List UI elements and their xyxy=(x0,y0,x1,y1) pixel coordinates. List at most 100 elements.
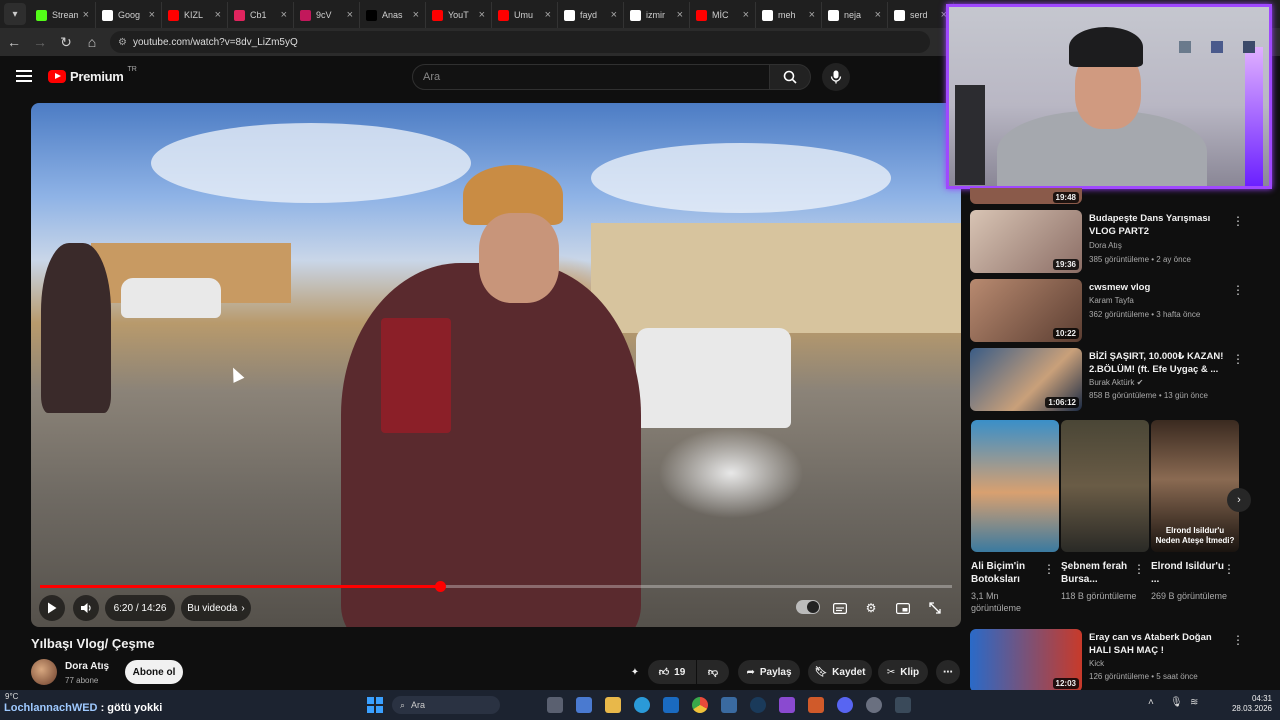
video-title[interactable]: BİZİ ŞAŞIRT, 10.000₺ KAZAN! 2.BÖLÜM! (ft… xyxy=(1089,350,1229,376)
file-explorer-icon[interactable] xyxy=(605,697,621,713)
tab-close-icon[interactable]: × xyxy=(83,9,89,21)
share-button[interactable]: ➦ Paylaş xyxy=(738,660,800,684)
clip-button[interactable]: ✂ Klip xyxy=(878,660,928,684)
steam-icon[interactable] xyxy=(750,697,766,713)
browser-tab[interactable]: MİC × xyxy=(690,2,756,28)
system-clock[interactable]: 04:31 28.03.2026 xyxy=(1212,694,1272,714)
short-thumbnail[interactable] xyxy=(1061,420,1149,552)
app-icon[interactable] xyxy=(895,697,911,713)
browser-tab[interactable]: YouT × xyxy=(426,2,492,28)
more-vertical-icon[interactable]: ⋮ xyxy=(1232,352,1244,366)
back-button[interactable]: ← xyxy=(2,30,26,54)
tab-close-icon[interactable]: × xyxy=(875,9,881,21)
app-icon[interactable] xyxy=(779,697,795,713)
video-player[interactable]: 6:20 / 14:26 Bu videoda › ⚙ xyxy=(31,103,961,627)
autoplay-toggle[interactable] xyxy=(796,600,820,614)
short-title[interactable]: Şebnem ferah Bursa... xyxy=(1061,560,1137,586)
browser-tab[interactable]: Umu × xyxy=(492,2,558,28)
weather-widget[interactable]: 9°C xyxy=(5,692,18,701)
more-vertical-icon[interactable]: ⋮ xyxy=(1232,633,1244,647)
tab-close-icon[interactable]: × xyxy=(809,9,815,21)
video-thumbnail[interactable]: 1:06:12 xyxy=(970,348,1082,411)
short-title[interactable]: Ali Biçim'in Botoksları xyxy=(971,560,1047,586)
video-title[interactable]: Budapeşte Dans Yarışması VLOG PART2 xyxy=(1089,212,1229,238)
reload-button[interactable]: ↻ xyxy=(54,30,78,54)
related-video[interactable]: 1:06:12 BİZİ ŞAŞIRT, 10.000₺ KAZAN! 2.BÖ… xyxy=(970,348,1250,412)
thanks-button[interactable]: ✦ xyxy=(624,660,646,684)
short-title[interactable]: Elrond Isildur'u ... xyxy=(1151,560,1227,586)
fullscreen-button[interactable] xyxy=(924,598,946,618)
browser-tab[interactable]: serd × xyxy=(888,2,954,28)
browser-tab[interactable]: Anas × xyxy=(360,2,426,28)
windows-start-icon[interactable] xyxy=(367,697,383,713)
task-view-icon[interactable] xyxy=(547,697,563,713)
youtube-logo[interactable]: Premium TR xyxy=(48,66,137,84)
tab-close-icon[interactable]: × xyxy=(413,9,419,21)
search-input[interactable]: Ara xyxy=(412,64,770,90)
channel-name[interactable]: Dora Atış xyxy=(65,661,109,672)
play-button[interactable] xyxy=(39,595,65,621)
channel-name[interactable]: Dora Atış xyxy=(1089,241,1122,250)
tab-close-icon[interactable]: × xyxy=(347,9,353,21)
video-thumbnail[interactable]: 19:36 xyxy=(970,210,1082,273)
tab-close-icon[interactable]: × xyxy=(281,9,287,21)
url-field[interactable]: ⚙ youtube.com/watch?v=8dv_LiZm5yQ xyxy=(110,31,930,53)
microphone-icon[interactable]: 🎙︎ xyxy=(1170,697,1183,708)
more-vertical-icon[interactable]: ⋮ xyxy=(1232,283,1244,297)
related-video[interactable]: 12:03 Eray can vs Ataberk Doğan HALI SAH… xyxy=(970,629,1250,693)
wifi-icon[interactable]: ≋ xyxy=(1190,697,1198,708)
app-icon[interactable] xyxy=(808,697,824,713)
tab-close-icon[interactable]: × xyxy=(479,9,485,21)
home-button[interactable]: ⌂ xyxy=(80,30,104,54)
tab-close-icon[interactable]: × xyxy=(215,9,221,21)
like-button[interactable]: 👍︎ 19 xyxy=(648,660,696,684)
miniplayer-button[interactable] xyxy=(892,598,914,618)
channel-name[interactable]: Karam Tayfa xyxy=(1089,296,1134,305)
edge-icon[interactable] xyxy=(634,697,650,713)
related-video[interactable]: 10:22 cwsmew vlog Karam Tayfa 362 görünt… xyxy=(970,279,1250,343)
browser-tab[interactable]: meh × xyxy=(756,2,822,28)
channel-name[interactable]: Kick xyxy=(1089,659,1104,668)
partial-thumbnail[interactable]: 19:48 xyxy=(970,188,1082,204)
more-vertical-icon[interactable]: ⋮ xyxy=(1232,214,1244,228)
tab-close-icon[interactable]: × xyxy=(743,9,749,21)
menu-icon[interactable] xyxy=(16,70,32,82)
more-vertical-icon[interactable]: ⋮ xyxy=(1043,562,1055,576)
settings-icon[interactable] xyxy=(866,697,882,713)
tab-search-button[interactable]: ▾ xyxy=(4,3,26,25)
video-thumbnail[interactable]: 10:22 xyxy=(970,279,1082,342)
tab-close-icon[interactable]: × xyxy=(149,9,155,21)
discord-icon[interactable] xyxy=(837,697,853,713)
search-button[interactable] xyxy=(769,64,811,90)
widgets-icon[interactable] xyxy=(576,697,592,713)
chevron-up-icon[interactable]: ˄ xyxy=(1148,697,1154,708)
browser-tab[interactable]: Cb1 × xyxy=(228,2,294,28)
mute-button[interactable] xyxy=(73,595,99,621)
short-thumbnail[interactable] xyxy=(971,420,1059,552)
forward-button[interactable]: → xyxy=(28,30,52,54)
more-vertical-icon[interactable]: ⋮ xyxy=(1133,562,1145,576)
video-title[interactable]: cwsmew vlog xyxy=(1089,281,1229,294)
more-vertical-icon[interactable]: ⋮ xyxy=(1223,562,1235,576)
tab-close-icon[interactable]: × xyxy=(611,9,617,21)
settings-button[interactable]: ⚙ xyxy=(860,598,882,618)
site-info-icon[interactable]: ⚙ xyxy=(118,37,127,48)
subscribe-button[interactable]: Abone ol xyxy=(125,660,183,684)
taskbar-search[interactable]: ⌕ Ara xyxy=(392,696,500,714)
browser-tab[interactable]: 9cV × xyxy=(294,2,360,28)
video-title[interactable]: Eray can vs Ataberk Doğan HALI SAH MAÇ ! xyxy=(1089,631,1229,657)
related-video[interactable]: 19:36 Budapeşte Dans Yarışması VLOG PART… xyxy=(970,210,1250,274)
save-button[interactable]: 🔖︎ Kaydet xyxy=(808,660,872,684)
browser-tab[interactable]: fayd × xyxy=(558,2,624,28)
short-thumbnail[interactable]: Elrond Isildur'u Neden Ateşe İtmedi? xyxy=(1151,420,1239,552)
tab-close-icon[interactable]: × xyxy=(677,9,683,21)
chevron-right-icon[interactable]: › xyxy=(1227,488,1251,512)
browser-tab[interactable]: Stream × xyxy=(30,2,96,28)
browser-tab[interactable]: KIZL × xyxy=(162,2,228,28)
video-thumbnail[interactable]: 12:03 xyxy=(970,629,1082,692)
browser-tab[interactable]: Goog × xyxy=(96,2,162,28)
channel-name[interactable]: Burak Aktürk ✔ xyxy=(1089,378,1143,387)
outlook-icon[interactable] xyxy=(663,697,679,713)
browser-tab[interactable]: neja × xyxy=(822,2,888,28)
more-actions-button[interactable]: ⋯ xyxy=(936,660,960,684)
